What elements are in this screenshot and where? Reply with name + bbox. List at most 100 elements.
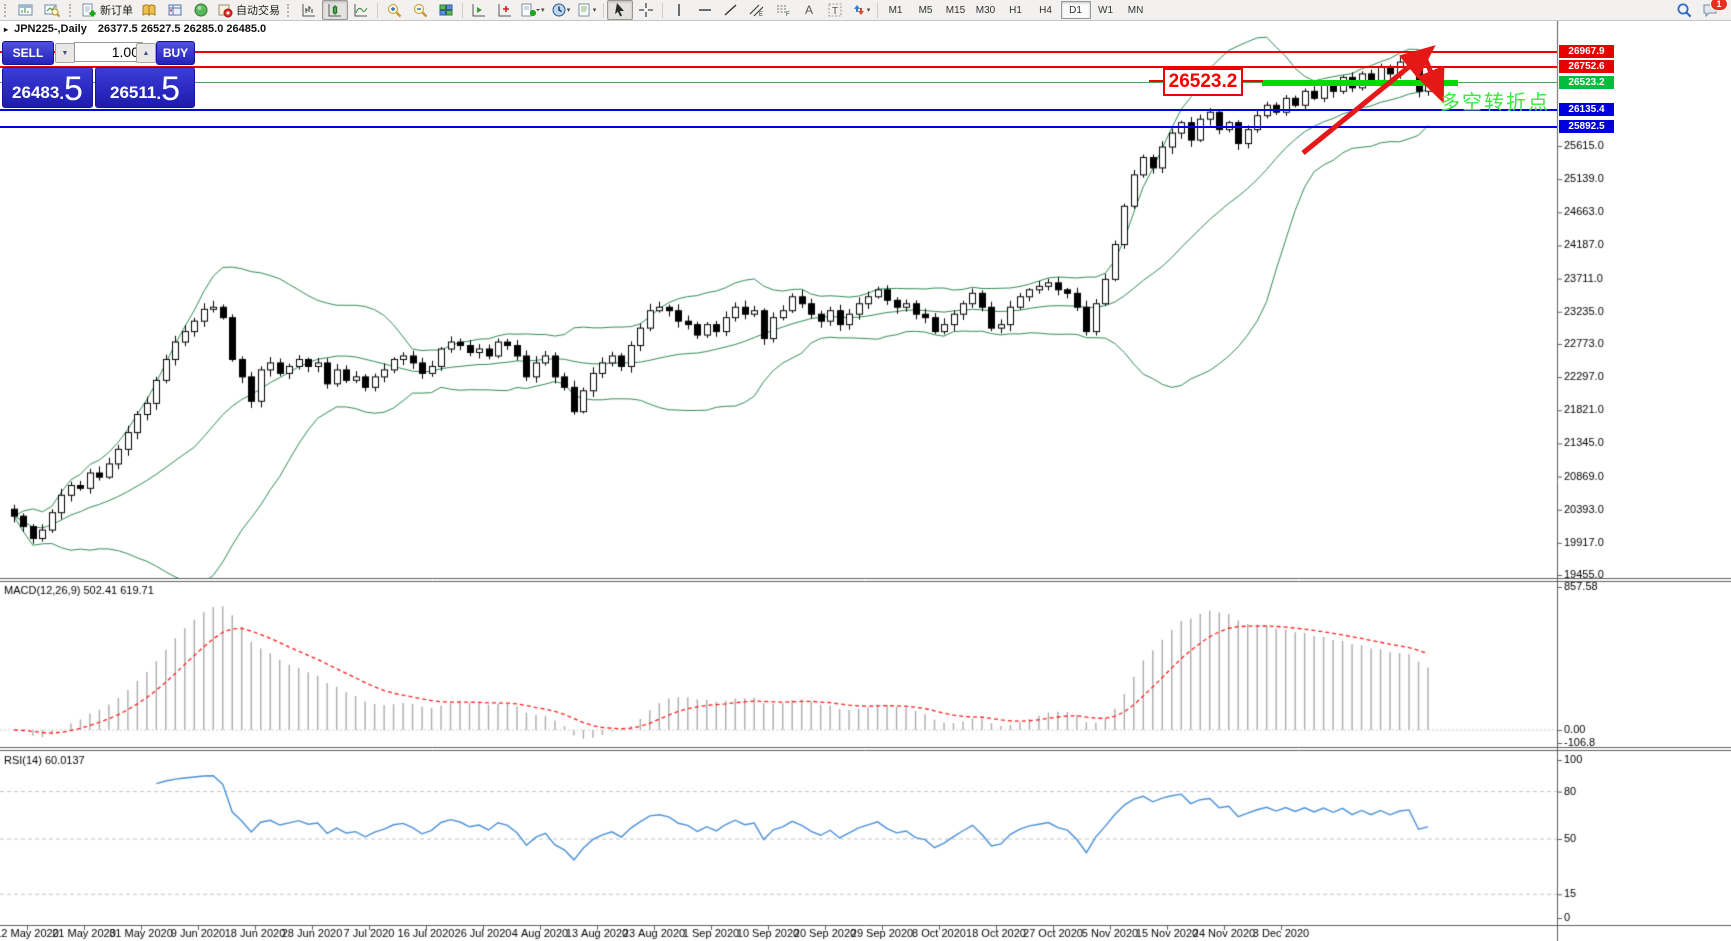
- turning-point-text[interactable]: 多空转折点: [1440, 86, 1550, 115]
- crosshair-button[interactable]: [633, 0, 659, 20]
- dropdown-caret: ▾: [541, 7, 545, 14]
- fibonacci-icon: F: [775, 2, 791, 18]
- periods-clock-icon: [551, 2, 567, 18]
- sell-button[interactable]: SELL: [2, 41, 54, 65]
- one-click-trading-panel: SELL ▼ ▲ BUY 26483 . 5 26511 . 5: [0, 40, 196, 108]
- toolbar-grip: [287, 3, 293, 17]
- line-chart-icon: [353, 2, 369, 18]
- new-order-label: 新订单: [100, 5, 133, 17]
- cursor-button[interactable]: [606, 0, 633, 20]
- trendline-icon: [723, 2, 739, 18]
- bar-chart-button[interactable]: [296, 0, 322, 20]
- fibonacci-button[interactable]: F: [770, 0, 796, 20]
- zoom-in-icon: [386, 2, 402, 18]
- ask-integer: 26511: [110, 82, 157, 102]
- triangle-up-icon: ▲: [142, 49, 150, 57]
- mt4-window: 新订单 自动交易 ▾ ▾ ▾ E F A T ▾ M1 M5 M15 M30 H…: [0, 0, 1731, 941]
- data-window-button[interactable]: [162, 0, 188, 20]
- text-icon: A: [802, 2, 816, 18]
- bid-integer: 26483: [12, 82, 60, 102]
- up-arrow[interactable]: [1301, 45, 1436, 155]
- tile-windows-button[interactable]: [433, 0, 459, 20]
- notification-badge: 1: [1710, 0, 1728, 11]
- equidistant-channel-icon: E: [749, 2, 765, 18]
- vertical-line-button[interactable]: [666, 0, 692, 20]
- volume-decrease-button[interactable]: ▼: [55, 43, 75, 63]
- level-box-leader-right: [1241, 80, 1263, 82]
- market-watch-button[interactable]: [136, 0, 162, 20]
- symbol-period-label: JPN225-,Daily: [14, 23, 87, 35]
- autotrading-button[interactable]: 自动交易: [214, 0, 283, 20]
- text-label-button[interactable]: T: [822, 0, 848, 20]
- periods-button[interactable]: ▾: [548, 0, 574, 20]
- toolbar-grip: [69, 3, 75, 17]
- price-level-box[interactable]: 26523.2: [1163, 68, 1243, 96]
- indicators-button[interactable]: ▾: [518, 0, 548, 20]
- triangle-down-icon: ▼: [61, 49, 69, 57]
- trend-arrows[interactable]: [1290, 40, 1460, 170]
- zoom-out-button[interactable]: [407, 0, 433, 20]
- zoom-in-button[interactable]: [381, 0, 407, 20]
- autotrading-icon: [217, 2, 233, 18]
- svg-text:A: A: [805, 3, 813, 17]
- text-label-icon: T: [827, 2, 843, 18]
- indicators-add-icon: [521, 2, 541, 18]
- tf-mn-button[interactable]: MN: [1121, 1, 1151, 19]
- dropdown-caret: ▾: [592, 7, 597, 14]
- tf-m5-button[interactable]: M5: [911, 1, 941, 19]
- tf-m30-button[interactable]: M30: [971, 1, 1001, 19]
- zoom-out-icon: [412, 2, 428, 18]
- new-order-icon: [81, 2, 97, 18]
- data-window-icon: [167, 2, 183, 18]
- chart-canvas[interactable]: [0, 0, 1731, 941]
- arrows-button[interactable]: ▾: [848, 0, 874, 20]
- tf-h4-button[interactable]: H4: [1031, 1, 1061, 19]
- horizontal-line-icon: [697, 2, 713, 18]
- candlestick-chart-button[interactable]: [322, 0, 348, 20]
- price-axis-badge: 26523.2: [1559, 76, 1614, 90]
- buy-button[interactable]: BUY: [156, 41, 195, 65]
- down-arrow[interactable]: [1416, 57, 1445, 104]
- auto-scroll-button[interactable]: [466, 0, 492, 20]
- line-chart-button[interactable]: [348, 0, 374, 20]
- main-toolbar: 新订单 自动交易 ▾ ▾ ▾ E F A T ▾ M1 M5 M15 M30 H…: [0, 0, 1731, 21]
- ask-price-panel[interactable]: 26511 . 5: [95, 67, 195, 108]
- horizontal-line-button[interactable]: [692, 0, 718, 20]
- toolbar-separator: [602, 2, 604, 18]
- chart-shift-icon: [497, 2, 513, 18]
- templates-icon: [577, 2, 593, 18]
- market-watch-icon: [141, 2, 157, 18]
- tf-w1-button[interactable]: W1: [1091, 1, 1121, 19]
- navigator-button[interactable]: [188, 0, 214, 20]
- svg-text:F: F: [786, 12, 790, 18]
- profiles-button[interactable]: [39, 0, 65, 20]
- svg-text:T: T: [832, 6, 838, 17]
- new-chart-icon: [18, 2, 34, 18]
- tf-m1-button[interactable]: M1: [881, 1, 911, 19]
- new-order-button[interactable]: 新订单: [78, 0, 136, 20]
- search-button[interactable]: [1671, 0, 1697, 20]
- cursor-icon: [612, 2, 628, 18]
- notifications-button[interactable]: 1: [1697, 0, 1728, 20]
- new-chart-button[interactable]: [13, 0, 39, 20]
- text-button[interactable]: A: [796, 0, 822, 20]
- dropdown-caret: ▾: [566, 7, 571, 14]
- ask-decimal: 5: [161, 69, 180, 108]
- chart-title: ▸ JPN225-,Daily 26377.5 26527.5 26285.0 …: [4, 23, 266, 35]
- bar-chart-icon: [301, 2, 317, 18]
- trendline-button[interactable]: [718, 0, 744, 20]
- volume-increase-button[interactable]: ▲: [136, 43, 156, 63]
- arrows-icon: [851, 2, 867, 18]
- tf-h1-button[interactable]: H1: [1001, 1, 1031, 19]
- price-axis-badge: 26967.9: [1559, 45, 1614, 59]
- toolbar-separator: [661, 2, 663, 18]
- templates-button[interactable]: ▾: [574, 0, 600, 20]
- equidistant-channel-button[interactable]: E: [744, 0, 770, 20]
- tf-m15-button[interactable]: M15: [941, 1, 971, 19]
- chart-shift-button[interactable]: [492, 0, 518, 20]
- tf-d1-button[interactable]: D1: [1060, 1, 1091, 19]
- dropdown-caret: ▾: [866, 7, 871, 14]
- toolbar-separator: [462, 2, 463, 18]
- bid-price-panel[interactable]: 26483 . 5: [2, 67, 93, 108]
- volume-input[interactable]: [74, 42, 143, 62]
